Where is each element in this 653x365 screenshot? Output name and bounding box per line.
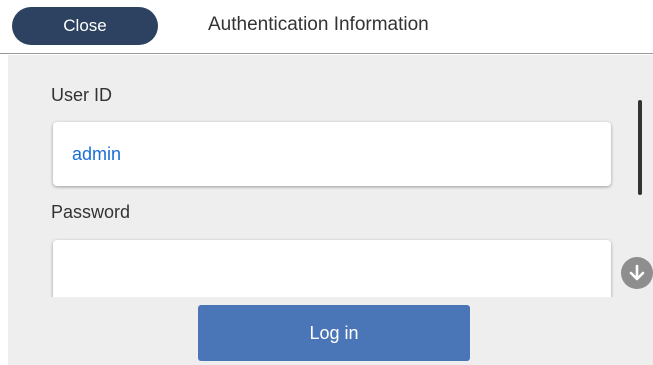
footer-bar: Log in xyxy=(8,297,653,365)
form-area: User ID admin Password xyxy=(8,55,653,297)
header-bar: Close Authentication Information xyxy=(0,0,653,54)
password-field[interactable] xyxy=(53,240,611,297)
close-button[interactable]: Close xyxy=(12,7,158,45)
scroll-down-icon[interactable] xyxy=(621,257,653,289)
user-id-label: User ID xyxy=(51,85,113,105)
user-id-field[interactable]: admin xyxy=(53,122,611,186)
page-title: Authentication Information xyxy=(208,14,429,35)
password-label: Password xyxy=(51,202,131,222)
login-button[interactable]: Log in xyxy=(198,305,470,361)
scrollbar[interactable] xyxy=(638,100,642,195)
